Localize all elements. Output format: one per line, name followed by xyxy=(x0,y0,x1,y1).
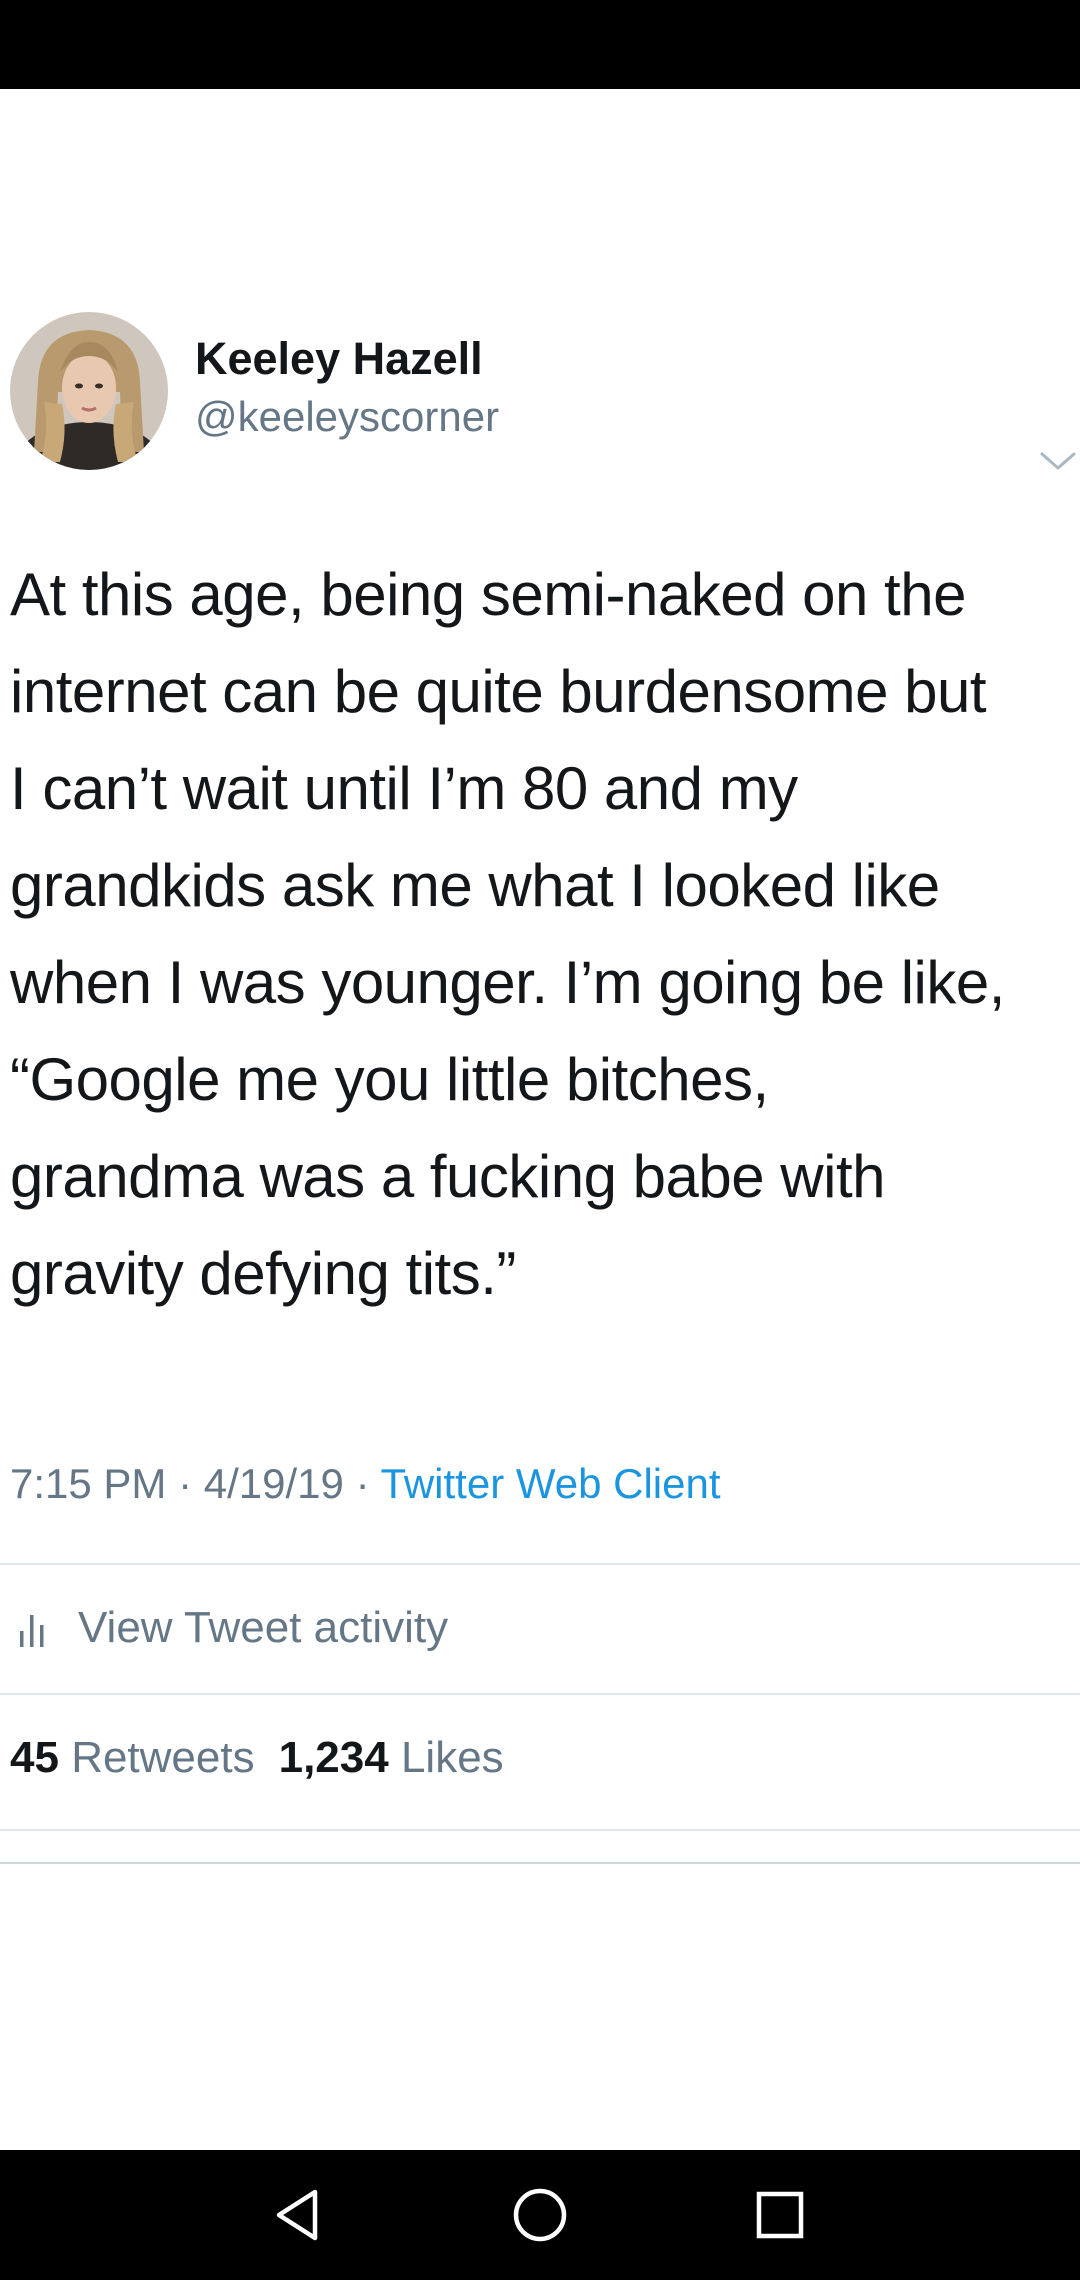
tweet-text-line: grandma was a fucking babe with xyxy=(10,1143,886,1210)
retweets-count: 45 xyxy=(10,1733,59,1782)
divider xyxy=(0,1693,1080,1695)
author-handle[interactable]: @keeleyscorner xyxy=(195,393,499,441)
bar-chart-icon xyxy=(18,1609,48,1649)
author-name[interactable]: Keeley Hazell xyxy=(195,333,483,385)
tweet-text-line: I can’t wait until I’m 80 and my xyxy=(10,755,798,822)
profile-photo-icon xyxy=(10,312,168,470)
likes-stat[interactable]: 1,234 Likes xyxy=(279,1733,504,1782)
tweet-time: 7:15 PM xyxy=(10,1460,167,1507)
retweets-label: Retweets xyxy=(71,1733,255,1782)
navigation-bar xyxy=(0,2150,1080,2280)
tweet-text: At this age, being semi-naked on the int… xyxy=(10,546,1070,1322)
status-bar xyxy=(0,0,1080,89)
meta-separator: · xyxy=(355,1460,370,1507)
back-triangle-icon[interactable] xyxy=(265,2180,335,2250)
divider xyxy=(0,1862,1080,1864)
retweets-stat[interactable]: 45 Retweets xyxy=(10,1733,255,1782)
home-circle-icon[interactable] xyxy=(505,2180,575,2250)
avatar[interactable] xyxy=(10,312,168,470)
divider xyxy=(0,1829,1080,1831)
meta-separator: · xyxy=(178,1460,193,1507)
tweet-date[interactable]: 4/19/19 xyxy=(204,1460,344,1507)
chevron-down-icon[interactable] xyxy=(1038,442,1078,482)
tweet-text-line: gravity defying tits.” xyxy=(10,1240,516,1307)
tweet-stats: 45 Retweets 1,234 Likes xyxy=(10,1733,504,1783)
view-tweet-activity-label: View Tweet activity xyxy=(78,1603,449,1652)
tweet-source-link[interactable]: Twitter Web Client xyxy=(381,1460,721,1507)
likes-label: Likes xyxy=(400,1733,504,1782)
tweet-text-line: when I was younger. I’m going be like, xyxy=(10,949,1005,1016)
tweet-text-line: grandkids ask me what I looked like xyxy=(10,852,940,919)
likes-count: 1,234 xyxy=(278,1733,389,1782)
tweet-text-line: At this age, being semi-naked on the xyxy=(10,561,966,628)
tweet-meta: 7:15 PM · 4/19/19 · Twitter Web Client xyxy=(10,1460,721,1508)
screen: Keeley Hazell @keeleyscorner At this age… xyxy=(0,0,1080,2280)
view-tweet-activity-button[interactable]: View Tweet activity xyxy=(0,1565,1080,1693)
tweet-text-line: internet can be quite burdensome but xyxy=(10,658,987,725)
tweet-text-line: “Google me you little bitches, xyxy=(10,1046,769,1113)
recents-square-icon[interactable] xyxy=(745,2180,815,2250)
